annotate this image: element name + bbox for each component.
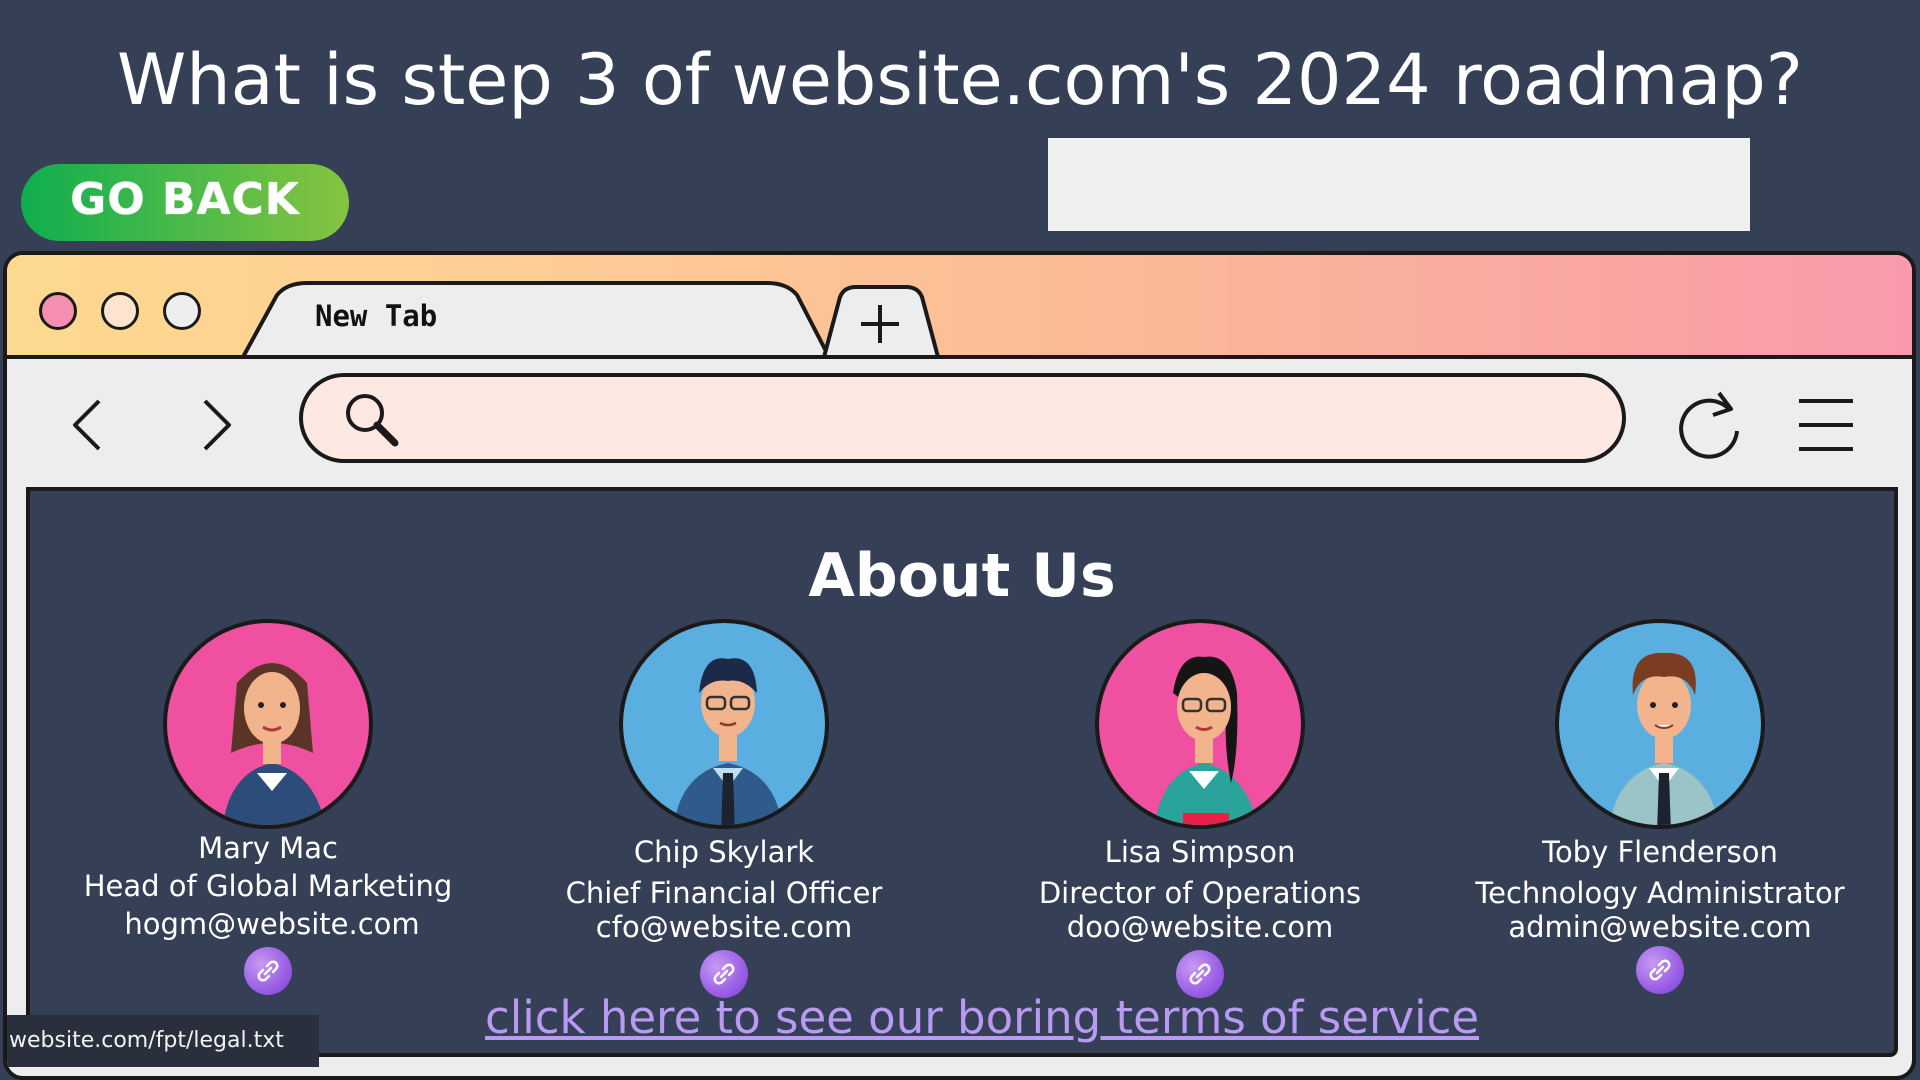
member-role: Chief Financial Officer bbox=[565, 876, 883, 910]
member-email: doo@website.com bbox=[1066, 910, 1334, 944]
member-role: Technology Administrator bbox=[1475, 876, 1845, 910]
member-role: Director of Operations bbox=[1038, 876, 1362, 910]
member-name: Lisa Simpson bbox=[1104, 835, 1296, 869]
team-member-card: Mary Mac Head of Global Marketing hogm@w… bbox=[48, 619, 488, 995]
page-title: About Us bbox=[808, 541, 1116, 611]
member-name: Toby Flenderson bbox=[1542, 835, 1778, 869]
tab-bar: New Tab bbox=[7, 255, 1912, 359]
member-name: Mary Mac bbox=[198, 831, 338, 865]
member-name: Chip Skylark bbox=[633, 835, 815, 869]
member-email: admin@website.com bbox=[1508, 910, 1812, 944]
tab-title: New Tab bbox=[315, 299, 438, 333]
browser-window: New Tab About Us Mary Mac Head of Global… bbox=[3, 251, 1916, 1080]
woman-avatar-icon bbox=[1154, 656, 1258, 825]
link-icon[interactable] bbox=[244, 947, 292, 995]
address-bar[interactable] bbox=[299, 373, 1626, 463]
member-email: hogm@website.com bbox=[124, 907, 420, 941]
team-member-card: Lisa Simpson Director of Operations doo@… bbox=[980, 619, 1420, 998]
blank-panel bbox=[1048, 138, 1750, 231]
member-email: cfo@website.com bbox=[595, 910, 853, 944]
go-back-button[interactable]: GO BACK bbox=[21, 164, 349, 241]
active-tab[interactable] bbox=[7, 255, 1916, 359]
back-arrow-icon[interactable] bbox=[69, 395, 109, 455]
status-bar-url: website.com/fpt/legal.txt bbox=[7, 1015, 319, 1067]
refresh-icon[interactable] bbox=[1675, 387, 1745, 459]
question-heading: What is step 3 of website.com's 2024 roa… bbox=[117, 39, 1803, 121]
link-icon[interactable] bbox=[1636, 946, 1684, 994]
web-page: About Us Mary Mac Head of Global Marketi… bbox=[26, 487, 1898, 1057]
menu-icon[interactable] bbox=[1797, 395, 1857, 455]
avatar bbox=[1555, 619, 1765, 829]
address-input[interactable] bbox=[413, 395, 1597, 443]
member-role: Head of Global Marketing bbox=[83, 869, 453, 903]
terms-of-service-link[interactable]: click here to see our boring terms of se… bbox=[485, 991, 1479, 1044]
forward-arrow-icon[interactable] bbox=[197, 395, 237, 455]
woman-avatar-icon bbox=[222, 663, 326, 825]
man-avatar-icon bbox=[1609, 652, 1719, 825]
man-avatar-icon bbox=[673, 658, 783, 825]
search-icon bbox=[346, 394, 399, 447]
team-member-card: Toby Flenderson Technology Administrator… bbox=[1440, 619, 1880, 994]
new-tab-button[interactable] bbox=[822, 285, 942, 357]
avatar bbox=[619, 619, 829, 829]
avatar bbox=[163, 619, 373, 829]
avatar bbox=[1095, 619, 1305, 829]
team-member-card: Chip Skylark Chief Financial Officer cfo… bbox=[504, 619, 944, 998]
